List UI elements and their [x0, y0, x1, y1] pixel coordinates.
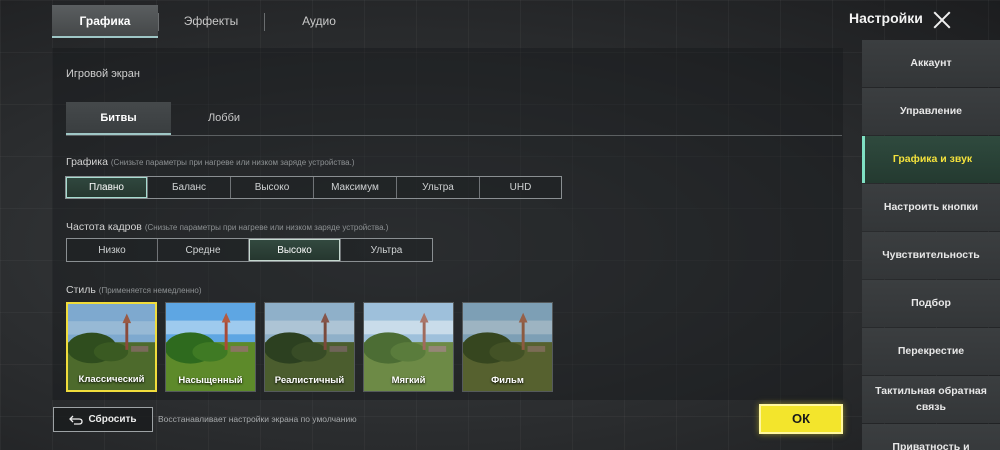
graphics-hint: (Снизьте параметры при нагреве или низко… [110, 158, 355, 167]
graphics-option-uhd[interactable]: UHD [480, 177, 561, 198]
graphics-label-text: Графика [66, 156, 108, 168]
style-card-vivid[interactable]: Насыщенный [165, 302, 256, 392]
sidebar-item-crosshair[interactable]: Перекрестие [862, 328, 1000, 375]
style-card-realistic[interactable]: Реалистичный [264, 302, 355, 392]
fps-selector: Низко Средне Высоко Ультра [66, 238, 433, 262]
style-card-soft[interactable]: Мягкий [363, 302, 454, 392]
top-tabs: Графика Эффекты Аудио [52, 5, 374, 38]
undo-icon [69, 415, 84, 425]
style-options: Классический Насыщенный Реалистичный Мяг… [66, 302, 553, 392]
style-hint: (Применяется немедленно) [98, 286, 202, 295]
settings-sidebar: Аккаунт Управление Графика и звук Настро… [862, 38, 1000, 450]
reset-button[interactable]: Сбросить [53, 407, 153, 432]
close-icon[interactable] [928, 6, 956, 34]
graphics-option-ultra[interactable]: Ультра [397, 177, 480, 198]
style-label-vivid: Насыщенный [178, 375, 243, 386]
ok-button[interactable]: ОК [759, 404, 843, 434]
style-label-text: Стиль [66, 284, 96, 296]
fps-label: Частота кадров (Снизьте параметры при на… [66, 221, 388, 233]
fps-hint: (Снизьте параметры при нагреве или низко… [144, 223, 389, 232]
fps-option-medium[interactable]: Средне [158, 239, 249, 261]
graphics-option-balanced[interactable]: Баланс [148, 177, 231, 198]
fps-label-text: Частота кадров [66, 221, 142, 233]
sub-tabs: Битвы Лобби [66, 102, 842, 136]
graphics-label: Графика (Снизьте параметры при нагреве и… [66, 156, 355, 168]
reset-hint: Восстанавливает настройки экрана по умол… [158, 414, 357, 424]
sidebar-item-account[interactable]: Аккаунт [862, 40, 1000, 87]
fps-option-low[interactable]: Низко [67, 239, 158, 261]
style-card-classic[interactable]: Классический [66, 302, 157, 392]
tab-graphics[interactable]: Графика [52, 5, 158, 38]
style-label-classic: Классический [78, 374, 145, 385]
reset-button-label: Сбросить [88, 414, 137, 425]
style-card-film[interactable]: Фильм [462, 302, 553, 392]
tab-audio[interactable]: Аудио [264, 5, 374, 38]
graphics-option-max[interactable]: Максимум [314, 177, 397, 198]
sidebar-item-controls[interactable]: Управление [862, 88, 1000, 135]
sidebar-item-graphics-sound[interactable]: Графика и звук [862, 136, 1000, 183]
subtab-lobby[interactable]: Лобби [171, 102, 277, 135]
graphics-quality-selector: Плавно Баланс Высоко Максимум Ультра UHD [65, 176, 562, 199]
page-title: Настройки [849, 10, 923, 26]
fps-option-high[interactable]: Высоко [249, 239, 341, 261]
section-title: Игровой экран [66, 68, 140, 80]
tab-effects[interactable]: Эффекты [158, 5, 264, 38]
style-label-soft: Мягкий [391, 375, 426, 386]
graphics-option-high[interactable]: Высоко [231, 177, 314, 198]
graphics-option-smooth[interactable]: Плавно [66, 177, 148, 198]
subtab-battles[interactable]: Битвы [66, 102, 171, 135]
sidebar-item-matchmaking[interactable]: Подбор [862, 280, 1000, 327]
style-label: Стиль (Применяется немедленно) [66, 284, 202, 296]
style-label-film: Фильм [491, 375, 524, 386]
sidebar-item-sensitivity[interactable]: Чувствительность [862, 232, 1000, 279]
sidebar-item-haptic-feedback[interactable]: Тактильная обратная связь [862, 376, 1000, 423]
sidebar-item-privacy[interactable]: Приватность и [862, 424, 1000, 450]
style-label-realistic: Реалистичный [274, 375, 345, 386]
sidebar-item-customize-buttons[interactable]: Настроить кнопки [862, 184, 1000, 231]
fps-option-ultra[interactable]: Ультра [341, 239, 432, 261]
